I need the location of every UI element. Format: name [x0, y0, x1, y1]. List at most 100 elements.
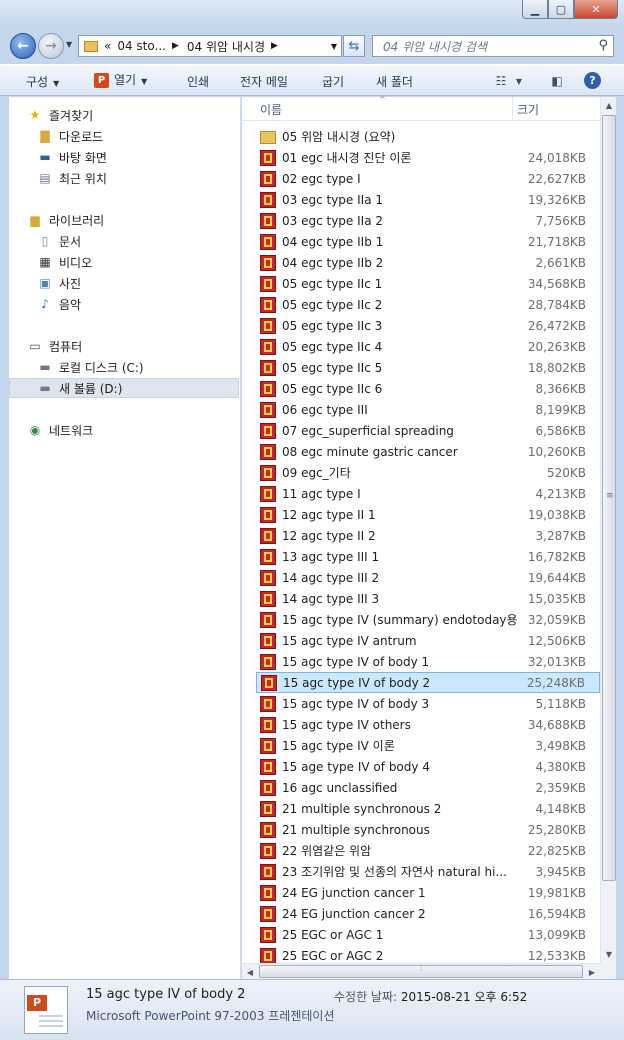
file-row[interactable]: 05 egc type IIc 1 34,568KB — [256, 273, 600, 294]
column-divider[interactable] — [512, 97, 513, 121]
organize-button[interactable]: 구성 ▼ — [26, 73, 59, 90]
breadcrumb-separator-icon[interactable]: ▶ — [172, 41, 179, 51]
nav-favorites[interactable]: ★ 즐겨찾기 — [27, 105, 94, 125]
powerpoint-file-icon — [260, 695, 276, 712]
file-row[interactable]: 05 egc type IIc 2 28,784KB — [256, 294, 600, 315]
nav-libraries[interactable]: ▆ 라이브러리 — [27, 210, 104, 230]
file-row[interactable]: 16 agc unclassified 2,359KB — [256, 777, 600, 798]
file-row[interactable]: 15 agc type IV others 34,688KB — [256, 714, 600, 735]
file-name: 12 agc type II 1 — [282, 507, 376, 522]
horizontal-scrollbar[interactable]: ◀ ⦙ ▶ — [242, 963, 600, 979]
nav-documents[interactable]: ▯ 문서 — [37, 231, 81, 251]
file-row[interactable]: 01 egc 내시경 진단 이론 24,018KB — [256, 147, 600, 168]
refresh-button[interactable]: ⇆ — [343, 35, 365, 57]
scroll-down-arrow-icon[interactable]: ▼ — [601, 946, 617, 963]
search-icon[interactable]: ⚲ — [598, 38, 608, 53]
file-row[interactable]: 21 multiple synchronous 2 4,148KB — [256, 798, 600, 819]
file-name: 21 multiple synchronous 2 — [282, 801, 442, 816]
open-button[interactable]: P 열기 ▼ — [94, 71, 147, 88]
back-button[interactable]: ← — [10, 33, 36, 59]
nav-music[interactable]: ♪ 음악 — [37, 294, 81, 314]
powerpoint-file-icon — [260, 380, 276, 397]
nav-pictures[interactable]: ▣ 사진 — [37, 273, 81, 293]
file-row[interactable]: 09 egc_기타 520KB — [256, 462, 600, 483]
file-row[interactable]: 15 age type IV of body 4 4,380KB — [256, 756, 600, 777]
file-size: 34,688KB — [527, 717, 586, 732]
file-row[interactable]: 04 egc type IIb 2 2,661KB — [256, 252, 600, 273]
file-row[interactable]: 07 egc_superficial spreading 6,586KB — [256, 420, 600, 441]
nav-videos[interactable]: ▦ 비디오 — [37, 252, 92, 272]
new-folder-button[interactable]: 새 폴더 — [376, 73, 413, 90]
change-view-button[interactable]: ☷ — [490, 71, 512, 91]
nav-desktop[interactable]: ▬ 바탕 화면 — [37, 147, 107, 167]
file-row[interactable]: 14 agc type III 3 15,035KB — [256, 588, 600, 609]
nav-network[interactable]: ◉ 네트워크 — [27, 420, 93, 440]
file-row[interactable]: 11 agc type I 4,213KB — [256, 483, 600, 504]
breadcrumb-item[interactable]: 04 sto... — [117, 39, 166, 53]
vertical-scrollbar[interactable]: ▲ ≡ ▼ — [600, 97, 616, 963]
maximize-button[interactable]: ▢ — [548, 0, 574, 19]
file-row[interactable]: 15 agc type IV antrum 12,506KB — [256, 630, 600, 651]
file-row[interactable]: 14 agc type III 2 19,644KB — [256, 567, 600, 588]
file-row[interactable]: 13 agc type III 1 16,782KB — [256, 546, 600, 567]
scroll-thumb[interactable]: ≡ — [602, 115, 616, 881]
scroll-up-arrow-icon[interactable]: ▲ — [601, 97, 617, 114]
burn-button[interactable]: 굽기 — [322, 73, 344, 90]
file-row[interactable]: 24 EG junction cancer 2 16,594KB — [256, 903, 600, 924]
file-row[interactable]: 15 agc type IV (summary) endotoday용 32,05… — [256, 609, 600, 630]
nav-downloads[interactable]: ▇ 다운로드 — [37, 126, 103, 146]
file-size: 25,280KB — [527, 822, 586, 837]
scroll-left-arrow-icon[interactable]: ◀ — [242, 964, 258, 980]
file-row[interactable]: 25 EGC or AGC 1 13,099KB — [256, 924, 600, 945]
file-row[interactable]: 05 egc type IIc 6 8,366KB — [256, 378, 600, 399]
file-row[interactable]: 22 위염같은 위암 22,825KB — [256, 840, 600, 861]
file-row[interactable]: 06 egc type III 8,199KB — [256, 399, 600, 420]
file-row[interactable]: 05 egc type IIc 4 20,263KB — [256, 336, 600, 357]
file-row[interactable]: 08 egc minute gastric cancer 10,260KB — [256, 441, 600, 462]
nav-computer[interactable]: ▭ 컴퓨터 — [27, 336, 82, 356]
powerpoint-file-icon — [260, 191, 276, 208]
file-row[interactable]: 12 agc type II 1 19,038KB — [256, 504, 600, 525]
close-button[interactable]: ✕ — [574, 0, 618, 19]
email-button[interactable]: 전자 메일 — [240, 73, 288, 90]
file-row[interactable]: 15 agc type IV 이론 3,498KB — [256, 735, 600, 756]
file-row[interactable]: 05 egc type IIc 3 26,472KB — [256, 315, 600, 336]
file-row[interactable]: 15 agc type IV of body 2 25,248KB — [256, 672, 600, 693]
print-button[interactable]: 인쇄 — [187, 73, 209, 90]
file-row[interactable]: 05 egc type IIc 5 18,802KB — [256, 357, 600, 378]
network-icon: ◉ — [29, 423, 41, 437]
column-name[interactable]: 이름 — [260, 101, 282, 118]
powerpoint-icon: P — [94, 73, 109, 88]
file-row[interactable]: 15 agc type IV of body 3 5,118KB — [256, 693, 600, 714]
file-row[interactable]: 04 egc type IIb 1 21,718KB — [256, 231, 600, 252]
file-row[interactable]: 12 agc type II 2 3,287KB — [256, 525, 600, 546]
file-row[interactable]: 15 agc type IV of body 1 32,013KB — [256, 651, 600, 672]
nav-local-disk[interactable]: ▬ 로컬 디스크 (C:) — [37, 357, 143, 377]
file-row[interactable]: 23 조기위암 및 선종의 자연사 natural hi... 3,945KB — [256, 861, 600, 882]
scroll-right-arrow-icon[interactable]: ▶ — [584, 964, 600, 980]
file-row[interactable]: 03 egc type IIa 2 7,756KB — [256, 210, 600, 231]
file-row[interactable]: 21 multiple synchronous 25,280KB — [256, 819, 600, 840]
breadcrumb-overflow[interactable]: « — [104, 39, 111, 53]
address-dropdown-icon[interactable]: ▼ — [331, 42, 337, 51]
file-row[interactable]: 03 egc type IIa 1 19,326KB — [256, 189, 600, 210]
column-size[interactable]: 크기 — [517, 101, 539, 118]
nav-recent[interactable]: ▤ 최근 위치 — [37, 168, 107, 188]
file-row[interactable]: 24 EG junction cancer 1 19,981KB — [256, 882, 600, 903]
libraries-icon: ▆ — [30, 213, 40, 227]
search-input[interactable]: 04 위암 내시경 검색 ⚲ — [372, 35, 614, 57]
breadcrumb-item[interactable]: 04 위암 내시경 — [187, 38, 265, 55]
forward-button[interactable]: → — [38, 33, 64, 59]
help-button[interactable]: ? — [584, 72, 601, 89]
view-options-dropdown[interactable]: ▼ — [512, 71, 526, 91]
nav-new-volume[interactable]: ▬ 새 볼륨 (D:) — [9, 378, 239, 398]
recent-pages-dropdown[interactable]: ▼ — [66, 40, 72, 49]
scroll-thumb[interactable]: ⦙ — [259, 964, 583, 978]
folder-row[interactable]: 05 위암 내시경 (요약) — [256, 126, 600, 147]
preview-pane-button[interactable]: ◧ — [546, 71, 568, 91]
minimize-button[interactable]: ▁ — [522, 0, 548, 19]
address-bar[interactable]: « 04 sto... ▶ 04 위암 내시경 ▶ ▼ — [78, 35, 342, 57]
breadcrumb-separator-icon[interactable]: ▶ — [271, 41, 278, 51]
drive-icon: ▬ — [39, 381, 51, 395]
file-row[interactable]: 02 egc type I 22,627KB — [256, 168, 600, 189]
